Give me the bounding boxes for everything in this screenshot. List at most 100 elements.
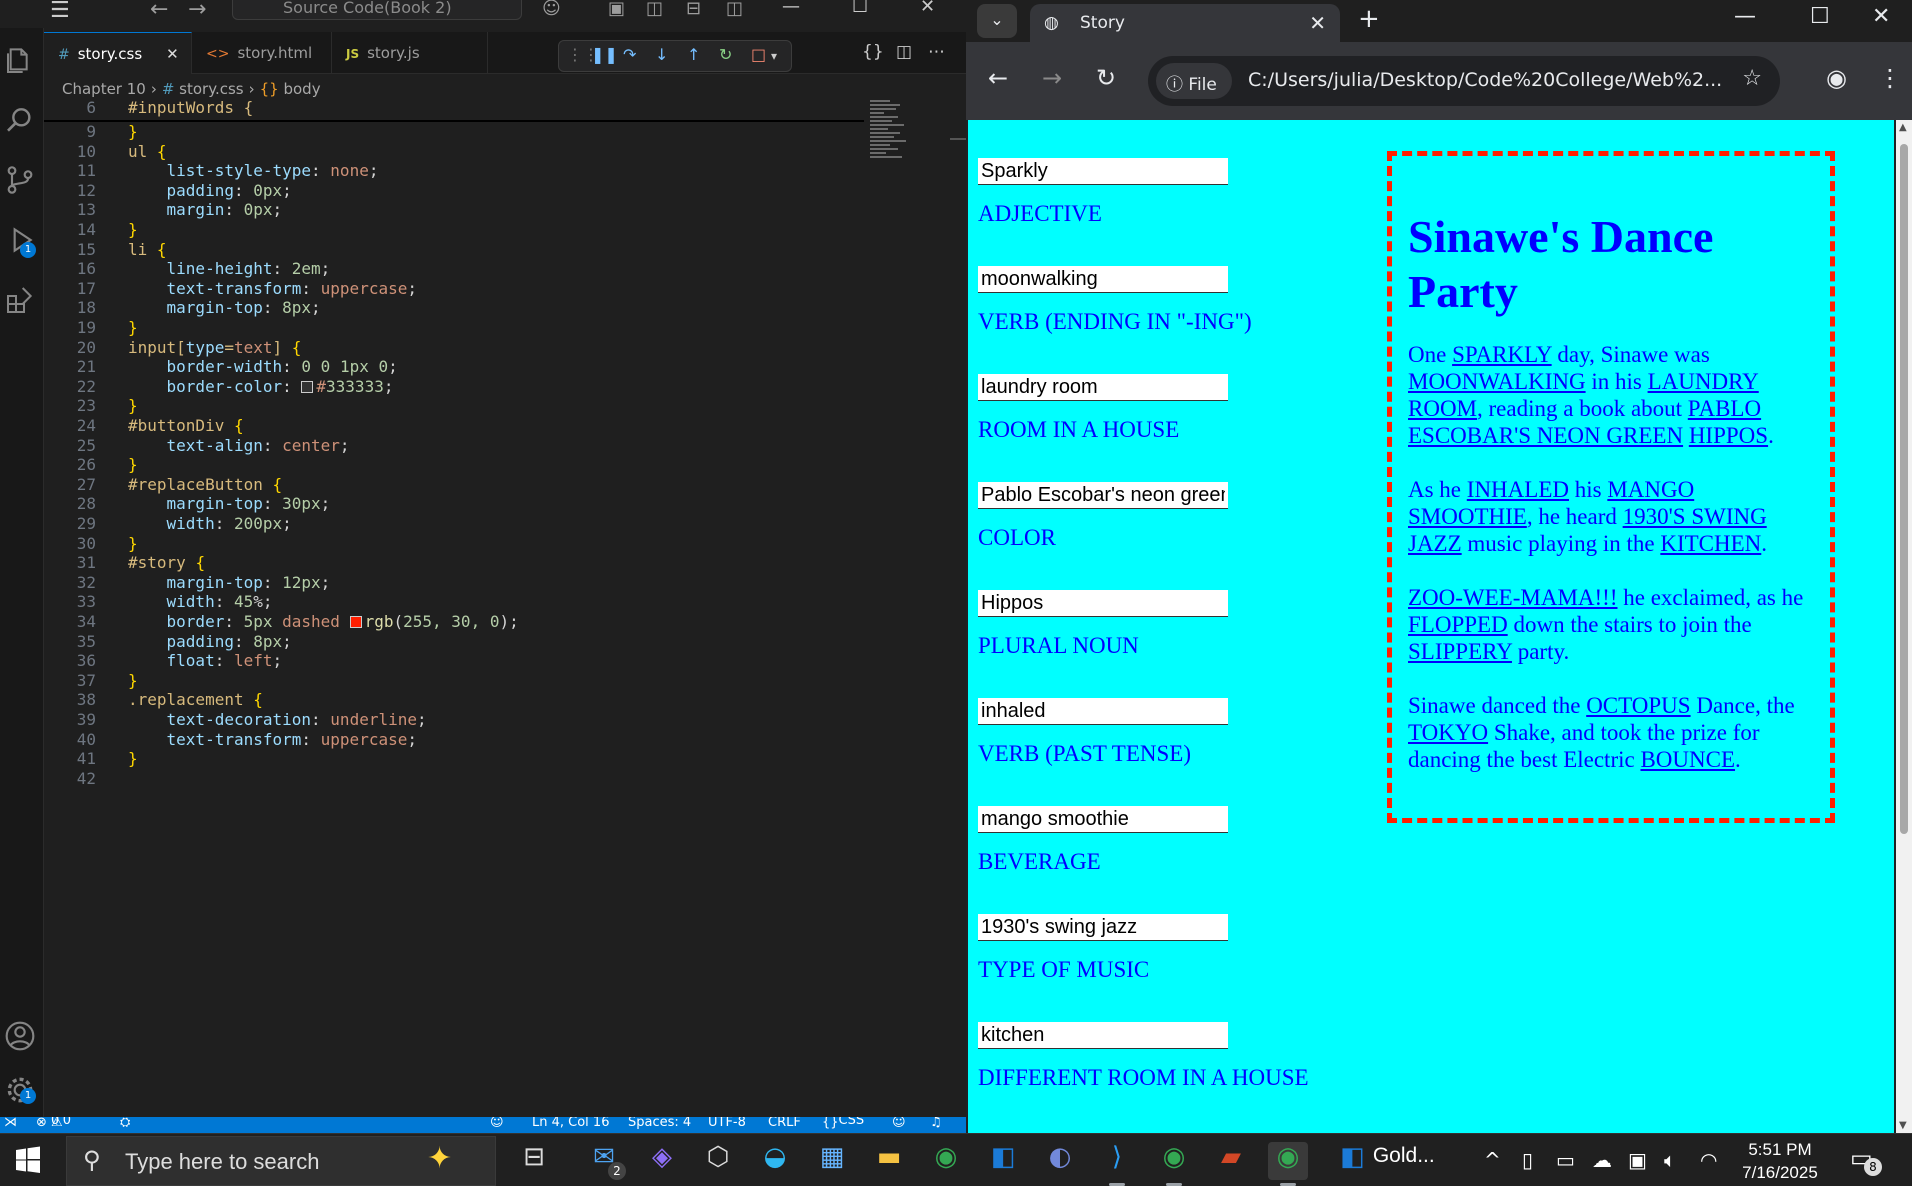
problems-indicator[interactable]: ⊗ 0 ⚠ 0 [36,1117,71,1130]
copilot-sparkle-icon[interactable]: ✦ [427,1141,452,1176]
m365-copilot-icon[interactable]: ◈ [642,1142,682,1180]
breadcrumb-folder[interactable]: Chapter 10 [62,80,146,98]
ports-icon[interactable]: ⛭ [120,1117,130,1130]
chrome-active-icon[interactable]: ◉ [1268,1142,1308,1186]
accounts-icon[interactable] [4,1020,40,1056]
hamburger-menu-icon[interactable]: ☰ [50,0,70,23]
display-icon[interactable]: ▣ [1628,1148,1647,1172]
tab-story-js[interactable]: JS story.js [332,32,488,74]
breadcrumb-symbol[interactable]: body [283,80,320,98]
wifi-icon[interactable]: ◠ [1700,1148,1717,1172]
address-bar[interactable]: ⓘ File C:/Users/julia/Desktop/Code%20Col… [1148,56,1780,106]
file-explorer-icon[interactable]: ▬ [869,1142,909,1180]
forward-arrow-icon[interactable]: → [188,0,206,22]
tab-story-html[interactable]: <> story.html [192,32,332,74]
search-icon[interactable] [4,104,40,140]
indentation[interactable]: Spaces: 4 [628,1117,691,1130]
close-window-icon[interactable]: ✕ [920,0,935,17]
toggle-secondary-sidebar-icon[interactable]: ◫ [726,0,743,19]
minimap[interactable] [870,100,910,190]
copilot-icon[interactable]: ☺ [542,0,561,19]
kebab-menu-icon[interactable]: ⋮ [1878,64,1902,92]
close-tab-icon[interactable]: ✕ [166,45,179,63]
word-input[interactable] [978,698,1228,725]
code-editor[interactable]: 9} 10 ul {11 list-style-type: none; 12 padd… [44,98,944,1116]
scroll-up-icon[interactable]: ▲ [1899,122,1907,133]
chrome-profile-icon[interactable]: ◉ [1154,1142,1194,1186]
outlook-icon[interactable]: ◧ [983,1142,1023,1180]
bookmark-star-icon[interactable]: ☆ [1742,66,1762,91]
maximize-icon[interactable]: ☐ [1810,4,1830,29]
step-into-icon[interactable]: ↓ [655,45,668,64]
source-control-icon[interactable] [4,164,40,200]
more-actions-icon[interactable]: ⋯ [928,42,945,62]
volume-icon[interactable]: 🔈︎ [1664,1148,1676,1172]
task-view-icon[interactable]: ⊟ [514,1142,554,1180]
scrollbar-thumb[interactable] [1900,144,1908,834]
battery-icon[interactable]: ▭ [1556,1148,1575,1172]
copilot-icon[interactable]: ☺ [892,1117,906,1130]
chevron-down-icon[interactable]: ▾ [771,49,777,63]
word-input[interactable] [978,914,1228,941]
page-scrollbar[interactable]: ▲ ▼ [1896,120,1912,1133]
mail-icon[interactable]: ✉ 2 [584,1142,626,1180]
maximize-icon[interactable]: ☐ [852,0,868,17]
vscode-taskbar-icon[interactable]: ⟩ [1097,1142,1137,1186]
stop-icon[interactable]: □ [751,45,766,64]
encoding[interactable]: UTF-8 [708,1117,746,1130]
braces-icon[interactable]: {} [862,42,884,62]
tray-app-icon[interactable]: ▯ [1522,1148,1533,1172]
split-editor-icon[interactable]: ◫ [896,42,912,62]
outlook-window-button[interactable]: ◧ Gold... [1340,1142,1490,1180]
notifications-bell-icon[interactable]: ♫ [930,1117,942,1130]
customize-layout-icon[interactable]: ▣ [608,0,625,19]
restart-icon[interactable]: ↻ [719,45,732,64]
code-line[interactable]: 42 [44,769,944,793]
chrome-icon[interactable]: ◉ [926,1142,966,1180]
taskbar-search[interactable]: ⚲ Type here to search ✦ [66,1136,496,1186]
chrome-tab-story[interactable]: ◍ Story ✕ [1030,4,1340,42]
show-hidden-icons-icon[interactable]: ^ [1484,1148,1501,1172]
notifications-icon[interactable]: ▭ 8 [1850,1144,1882,1176]
edge-icon[interactable]: ◒ [755,1142,795,1180]
scroll-down-icon[interactable]: ▼ [1899,1120,1907,1131]
forward-arrow-icon[interactable]: → [1042,64,1062,92]
scrollbar-marker[interactable] [950,138,966,140]
line-ending[interactable]: CRLF [768,1117,801,1130]
onedrive-icon[interactable]: ☁ [1592,1148,1612,1172]
sticky-scroll-line[interactable]: 6 #inputWords { [44,98,864,122]
breadcrumb-file[interactable]: story.css [179,80,243,98]
word-input[interactable] [978,266,1228,293]
cube-app-icon[interactable]: ⬡ [698,1142,738,1180]
step-out-icon[interactable]: ↑ [687,45,700,64]
new-tab-plus-icon[interactable]: + [1358,4,1380,34]
extensions-icon[interactable] [4,284,40,320]
minimize-icon[interactable]: — [1734,4,1756,29]
back-arrow-icon[interactable]: ← [150,0,168,22]
tab-search-button[interactable]: ⌄ [977,4,1017,38]
system-clock[interactable]: 5:51 PM 7/16/2025 [1732,1138,1828,1184]
close-window-icon[interactable]: ✕ [1872,4,1890,29]
pause-icon[interactable]: ❚❚ [591,45,618,64]
back-arrow-icon[interactable]: ← [988,64,1008,92]
settings-gear-icon[interactable]: 1 [4,1074,40,1110]
minimize-icon[interactable]: — [782,0,800,17]
toggle-panel-icon[interactable]: ⊟ [686,0,701,19]
language-mode[interactable]: {} CSS [822,1117,864,1130]
remote-icon[interactable]: ⋊ [4,1117,17,1130]
copilot-status-icon[interactable]: ☺ [490,1117,504,1130]
toggle-sidebar-icon[interactable]: ◫ [646,0,663,19]
command-center-search[interactable]: Source Code(Book 2) [232,0,522,20]
discord-icon[interactable]: ◐ [1040,1142,1080,1180]
word-input[interactable] [978,374,1228,401]
reload-icon[interactable]: ↻ [1096,64,1116,92]
word-input[interactable] [978,158,1228,185]
site-info-chip[interactable]: ⓘ File [1156,63,1232,99]
explorer-icon[interactable] [4,44,40,80]
word-input[interactable] [978,806,1228,833]
word-input[interactable] [978,590,1228,617]
powerpoint-icon[interactable]: ▰ [1211,1142,1251,1180]
cursor-position[interactable]: Ln 4, Col 16 [532,1117,609,1130]
profile-icon[interactable]: ◉ [1826,64,1847,92]
run-debug-icon[interactable]: 1 [4,224,40,260]
